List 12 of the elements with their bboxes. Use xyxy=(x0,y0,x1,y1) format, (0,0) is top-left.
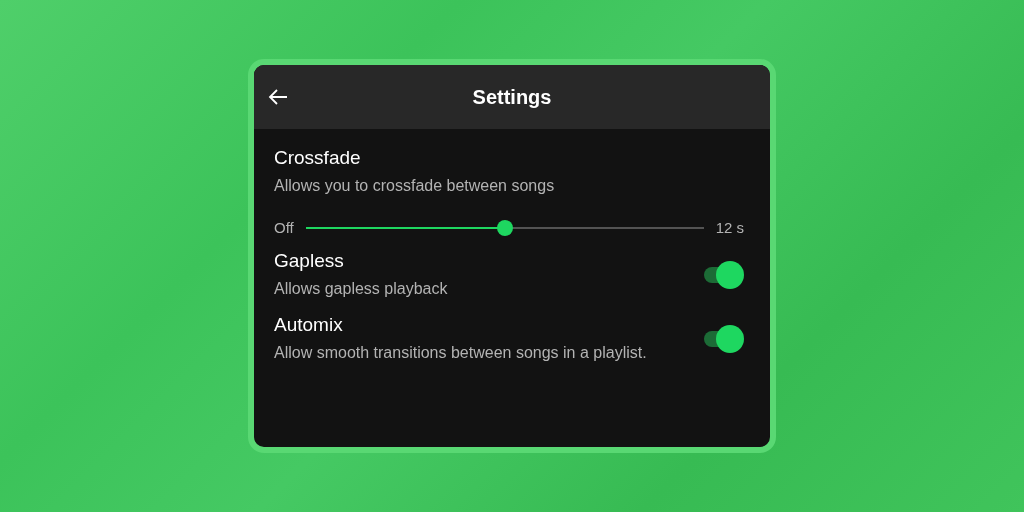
setting-title: Gapless xyxy=(274,250,345,272)
setting-title: Crossfade xyxy=(274,147,362,169)
toggle-switch[interactable] xyxy=(704,325,744,353)
setting-description: Allows gapless playback xyxy=(274,279,448,299)
screen-title: Settings xyxy=(472,85,552,109)
max-label: 12 s xyxy=(715,219,744,236)
setting-description: Allows you to crossfade between songs xyxy=(274,176,556,196)
toggle-switch[interactable] xyxy=(704,261,744,289)
min-label: Off xyxy=(274,219,294,236)
setting-description: Allow smooth transitions between songs in a playlist. xyxy=(274,343,647,363)
slider-thumb[interactable] xyxy=(496,219,513,236)
setting-title: Automix xyxy=(274,314,344,336)
